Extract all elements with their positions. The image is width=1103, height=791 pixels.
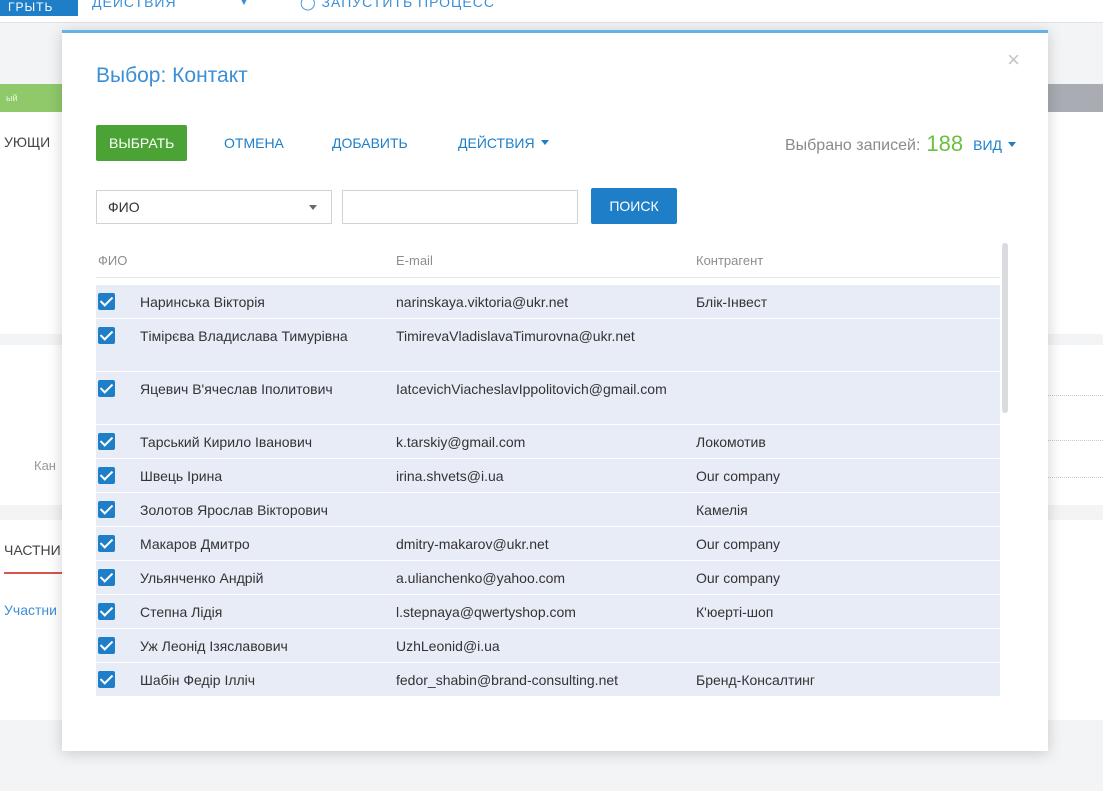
background-tab-indicator xyxy=(4,572,62,574)
cell-account: К'юерті-шоп xyxy=(696,604,774,620)
background-section-link[interactable]: Участни xyxy=(4,602,57,618)
checkbox-checked-icon[interactable] xyxy=(98,380,115,397)
cell-email: k.tarskiy@gmail.com xyxy=(396,434,526,450)
background-tab-label[interactable]: УЮЩИ xyxy=(4,134,50,150)
background-primary-button[interactable]: ГРЫТЬ xyxy=(0,0,78,16)
chevron-down-icon xyxy=(540,139,549,145)
background-actions-chevron-icon: ▼ xyxy=(238,0,250,8)
grid-rows: Наринська Вікторія narinskaya.viktoria@uk… xyxy=(96,285,1000,697)
cell-account: Камелія xyxy=(696,502,748,518)
cell-account: Our company xyxy=(696,536,781,552)
add-button[interactable]: ДОБАВИТЬ xyxy=(332,125,408,161)
filter-row: ФИО ПОИСК xyxy=(96,188,716,224)
cell-name: Тарський Кирило Іванович xyxy=(140,434,313,450)
cell-email: a.ulianchenko@yahoo.com xyxy=(396,570,566,586)
checkbox-checked-icon[interactable] xyxy=(98,637,115,654)
background-run-process-button[interactable]: ◯ ЗАПУСТИТЬ ПРОЦЕСС xyxy=(300,0,495,11)
cell-email: TimirevaVladislavaTimurovna@ukr.net xyxy=(396,328,635,344)
cell-name: Ульянченко Андрій xyxy=(140,570,264,586)
cell-email: narinskaya.viktoria@ukr.net xyxy=(396,294,569,310)
table-row[interactable]: Тімірєва Владислава Тимурівна TimirevaVla… xyxy=(96,319,1000,372)
checkbox-checked-icon[interactable] xyxy=(98,671,115,688)
select-button[interactable]: ВЫБРАТЬ xyxy=(96,125,188,161)
contact-select-modal: × Выбор: Контакт ВЫБРАТЬ ОТМЕНА ДОБАВИТЬ… xyxy=(62,30,1048,751)
cell-account: Бренд-Консалтинг xyxy=(696,672,816,688)
modal-title: Выбор: Контакт xyxy=(96,64,248,87)
table-row[interactable]: Швець Ірина irina.shvets@i.ua Our company xyxy=(96,459,1000,493)
checkbox-checked-icon[interactable] xyxy=(98,327,115,344)
background-divider xyxy=(1048,395,1103,396)
cell-account: Our company xyxy=(696,570,781,586)
cell-name: Наринська Вікторія xyxy=(140,294,265,310)
checkbox-checked-icon[interactable] xyxy=(98,603,115,620)
selected-records-info: Выбрано записей: 188 ВИД xyxy=(785,125,1016,161)
checkbox-checked-icon[interactable] xyxy=(98,467,115,484)
contacts-grid: ФИО E-mail Контрагент Наринська Вікторія… xyxy=(96,243,1000,711)
checkbox-checked-icon[interactable] xyxy=(98,433,115,450)
cell-account: Блік-Інвест xyxy=(696,294,768,310)
column-header-name[interactable]: ФИО xyxy=(98,253,127,268)
cell-email: irina.shvets@i.ua xyxy=(396,468,504,484)
table-row[interactable]: Шабін Федір Ілліч fedor_shabin@brand-cons… xyxy=(96,663,1000,697)
background-toolbar: ГРЫТЬ ДЕЙСТВИЯ ▼ ◯ ЗАПУСТИТЬ ПРОЦЕСС xyxy=(0,0,1103,23)
close-icon[interactable]: × xyxy=(1007,49,1020,71)
background-divider xyxy=(1048,440,1103,441)
actions-label: ДЕЙСТВИЯ xyxy=(458,135,535,151)
view-dropdown[interactable]: ВИД xyxy=(973,137,1016,153)
checkbox-checked-icon[interactable] xyxy=(98,501,115,518)
cell-name: Макаров Дмитро xyxy=(140,536,250,552)
view-label: ВИД xyxy=(973,137,1002,153)
column-header-email[interactable]: E-mail xyxy=(396,253,433,268)
table-row[interactable]: Золотов Ярослав Вікторович Камелія xyxy=(96,493,1000,527)
background-actions-button[interactable]: ДЕЙСТВИЯ xyxy=(92,0,177,10)
selected-label: Выбрано записей: xyxy=(784,137,921,154)
cell-email: fedor_shabin@brand-consulting.net xyxy=(396,672,619,688)
search-input[interactable] xyxy=(342,190,578,224)
cell-name: Шабін Федір Ілліч xyxy=(140,672,256,688)
grid-header: ФИО E-mail Контрагент xyxy=(96,243,1000,278)
filter-field-value: ФИО xyxy=(108,199,140,215)
cell-account: Our company xyxy=(696,468,781,484)
cell-email: dmitry-makarov@ukr.net xyxy=(396,536,549,552)
cell-name: Швець Ірина xyxy=(140,468,223,484)
table-row[interactable]: Яцевич В'ячеслав Іполитович IatcevichViac… xyxy=(96,372,1000,425)
actions-dropdown[interactable]: ДЕЙСТВИЯ xyxy=(458,125,549,161)
filter-field-select[interactable]: ФИО xyxy=(96,190,332,224)
search-button[interactable]: ПОИСК xyxy=(591,188,677,224)
table-row[interactable]: Степна Лідія l.stepnaya@qwertyshop.com К'ю… xyxy=(96,595,1000,629)
background-field-label: Кан xyxy=(34,458,56,473)
table-row[interactable]: Тарський Кирило Іванович k.tarskiy@gmail.… xyxy=(96,425,1000,459)
table-row[interactable]: Наринська Вікторія narinskaya.viktoria@uk… xyxy=(96,285,1000,319)
table-row[interactable]: Уж Леонід Ізяславович UzhLeonid@i.ua xyxy=(96,629,1000,663)
table-row[interactable]: Макаров Дмитро dmitry-makarov@ukr.net Our … xyxy=(96,527,1000,561)
cell-name: Степна Лідія xyxy=(140,604,223,620)
table-row[interactable]: Ульянченко Андрій a.ulianchenko@yahoo.com… xyxy=(96,561,1000,595)
cell-name: Золотов Ярослав Вікторович xyxy=(140,502,328,518)
checkbox-checked-icon[interactable] xyxy=(98,535,115,552)
background-stage-gray xyxy=(1048,84,1103,112)
chevron-down-icon xyxy=(309,205,317,210)
grid-scrollbar[interactable] xyxy=(1002,243,1008,413)
cell-name: Уж Леонід Ізяславович xyxy=(140,638,288,654)
selected-count: 188 xyxy=(926,131,964,156)
cell-email: IatcevichViacheslavIppolitovich@gmail.co… xyxy=(396,381,667,397)
checkbox-checked-icon[interactable] xyxy=(98,293,115,310)
cell-email: UzhLeonid@i.ua xyxy=(396,638,500,654)
background-section-title[interactable]: ЧАСТНИ xyxy=(4,542,61,558)
modal-toolbar: ВЫБРАТЬ ОТМЕНА ДОБАВИТЬ ДЕЙСТВИЯ Выбрано… xyxy=(96,125,1016,161)
background-stage-green: ый xyxy=(0,84,62,112)
checkbox-checked-icon[interactable] xyxy=(98,569,115,586)
cell-name: Яцевич В'ячеслав Іполитович xyxy=(140,381,333,397)
cancel-button[interactable]: ОТМЕНА xyxy=(224,125,284,161)
column-header-account[interactable]: Контрагент xyxy=(696,253,763,268)
background-divider xyxy=(1048,477,1103,478)
background-stage-label: ый xyxy=(6,93,18,103)
cell-account: Локомотив xyxy=(696,434,766,450)
cell-email: l.stepnaya@qwertyshop.com xyxy=(396,604,576,620)
cell-name: Тімірєва Владислава Тимурівна xyxy=(140,328,348,344)
chevron-down-icon xyxy=(1008,141,1016,147)
